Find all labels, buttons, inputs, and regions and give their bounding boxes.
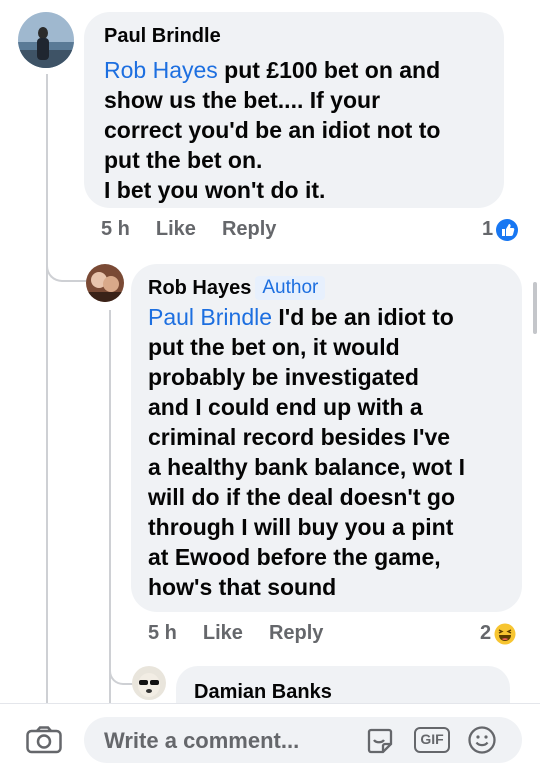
avatar-paul-brindle[interactable] bbox=[18, 12, 74, 68]
comment-bubble-paul[interactable]: Paul Brindle Rob Hayes put £100 bet on a… bbox=[84, 12, 504, 208]
avatar-damian-banks[interactable] bbox=[132, 666, 166, 700]
thread-line-nested bbox=[109, 310, 111, 704]
comment-text: Paul Brindle I'd be an idiot to put the … bbox=[148, 304, 465, 600]
comment-text: Rob Hayes put £100 bet on and show us th… bbox=[104, 57, 441, 203]
author-badge: Author bbox=[255, 276, 326, 300]
reaction-summary[interactable]: 1 bbox=[482, 218, 519, 241]
comment-author[interactable]: Rob Hayes bbox=[148, 277, 251, 300]
sticker-icon[interactable] bbox=[365, 726, 395, 756]
comment-author[interactable]: Paul Brindle bbox=[104, 25, 221, 48]
like-button[interactable]: Like bbox=[203, 622, 243, 645]
avatar-photo bbox=[132, 666, 166, 700]
reaction-summary[interactable]: 2 bbox=[480, 622, 516, 645]
gif-icon[interactable]: GIF bbox=[414, 727, 450, 753]
comment-composer-bar: Write a comment... GIF bbox=[0, 703, 540, 769]
mention-link[interactable]: Paul Brindle bbox=[148, 304, 272, 330]
emoji-icon[interactable] bbox=[467, 725, 497, 755]
haha-reaction-icon bbox=[494, 623, 516, 645]
thread-line-elbow bbox=[46, 258, 92, 282]
avatar-photo bbox=[18, 12, 74, 68]
comment-bubble-rob[interactable]: Rob Hayes Author Paul Brindle I'd be an … bbox=[131, 264, 522, 612]
camera-icon[interactable] bbox=[26, 726, 62, 754]
reply-button[interactable]: Reply bbox=[222, 218, 276, 241]
reaction-count: 2 bbox=[480, 622, 492, 644]
comment-header: Rob Hayes Author bbox=[148, 276, 326, 300]
avatar-photo bbox=[86, 264, 124, 302]
comment-actions: 5 h Like Reply bbox=[148, 622, 349, 645]
like-button[interactable]: Like bbox=[156, 218, 196, 241]
comment-input[interactable]: Write a comment... GIF bbox=[84, 717, 522, 763]
comment-time[interactable]: 5 h bbox=[101, 218, 130, 241]
comment-time[interactable]: 5 h bbox=[148, 622, 177, 645]
comment-actions: 5 h Like Reply bbox=[101, 218, 302, 241]
like-reaction-icon bbox=[496, 218, 519, 241]
comment-author[interactable]: Damian Banks bbox=[194, 681, 332, 704]
reply-button[interactable]: Reply bbox=[269, 622, 323, 645]
avatar-rob-hayes[interactable] bbox=[86, 264, 124, 302]
mention-link[interactable]: Rob Hayes bbox=[104, 57, 218, 83]
comment-input-placeholder: Write a comment... bbox=[104, 728, 300, 753]
scrollbar[interactable] bbox=[533, 282, 537, 334]
reaction-count: 1 bbox=[482, 218, 494, 240]
thread-line-main bbox=[46, 74, 48, 704]
gif-label: GIF bbox=[420, 731, 444, 747]
